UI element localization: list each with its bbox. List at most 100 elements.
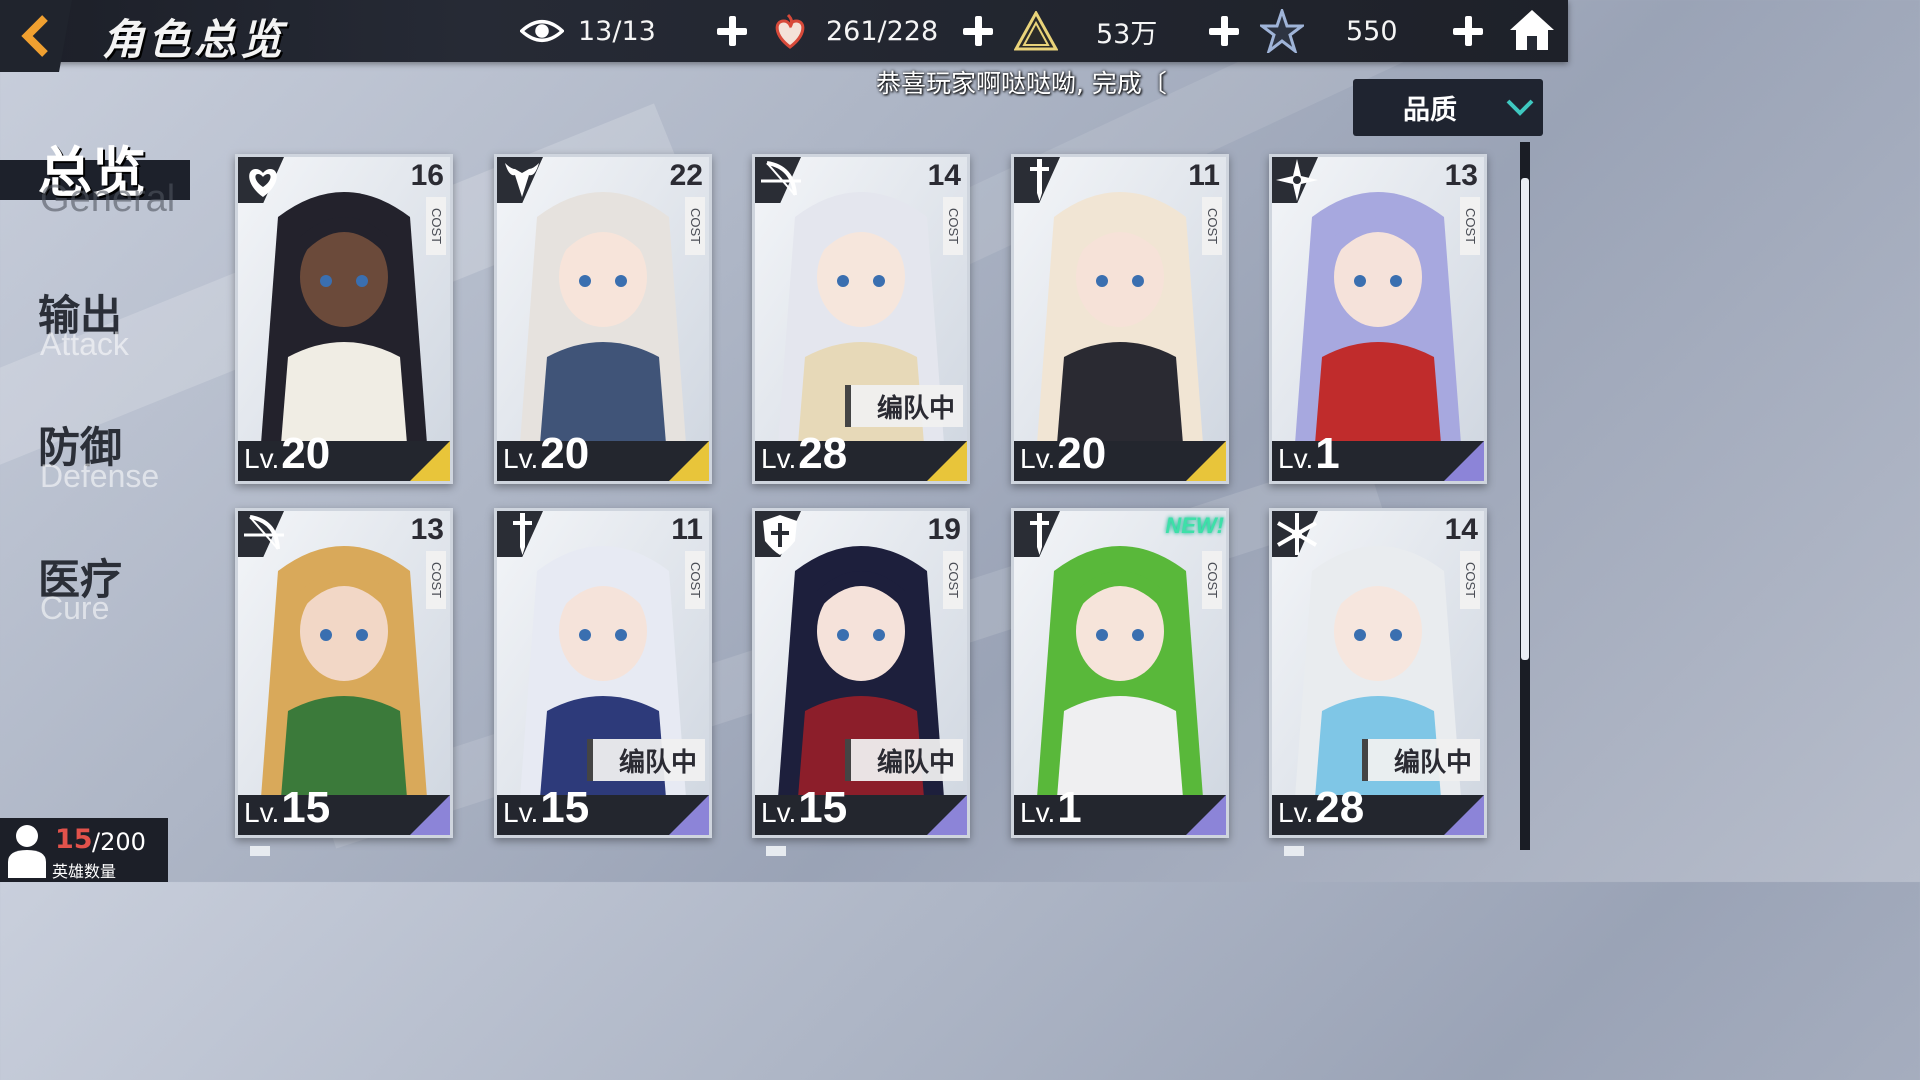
person-icon — [8, 825, 46, 878]
demon-icon — [505, 163, 539, 197]
heart-flame-icon — [768, 9, 812, 53]
level-value: 15 — [281, 783, 331, 832]
resource-crystal: 550 — [1260, 0, 1466, 62]
level-value: 1 — [1057, 783, 1082, 832]
hero-card[interactable]: 13 COST Lv.15 — [235, 508, 453, 838]
in-team-badge: 编队中 — [1362, 739, 1480, 781]
level-value: 1 — [1315, 429, 1340, 478]
shield-icon — [763, 515, 797, 555]
hero-count-current: 15 — [55, 824, 93, 855]
cost-value: 13 — [410, 513, 444, 546]
hero-card[interactable]: 19 COST 编队中 Lv.15 — [752, 508, 970, 838]
sword-icon — [1030, 159, 1049, 201]
resource-value: 13/13 — [578, 15, 656, 47]
hero-card[interactable]: 11 COST Lv.20 — [1011, 154, 1229, 484]
hero-count-label: 英雄数量 — [52, 862, 117, 881]
page-title: 角色总览 — [102, 15, 287, 64]
add-heart-button[interactable] — [960, 13, 996, 49]
hero-card[interactable]: 22 COST Lv.20 — [494, 154, 712, 484]
resource-pyramid: 53万 — [1014, 0, 1216, 62]
pyramid-icon — [1014, 9, 1058, 53]
next-row-card-edge — [250, 846, 270, 856]
nav-tab-sublabel: Defense — [40, 458, 160, 494]
add-eye-button[interactable] — [714, 13, 750, 49]
hero-level: Lv.15 — [244, 783, 330, 833]
cost-value: 13 — [1444, 159, 1478, 192]
level-prefix: Lv. — [503, 797, 539, 828]
cost-label: COST — [685, 551, 705, 609]
next-row-card-edge — [766, 846, 786, 856]
nav-tab-attack[interactable]: 输出 Attack — [0, 282, 220, 382]
hero-level: Lv.28 — [1278, 783, 1364, 833]
nav-tab-cure[interactable]: 医疗 Cure — [0, 546, 220, 646]
level-prefix: Lv. — [503, 443, 539, 474]
hero-card[interactable]: 11 COST 编队中 Lv.15 — [494, 508, 712, 838]
nav-tab-sublabel: Attack — [40, 326, 129, 362]
hero-card[interactable]: 16 COST Lv.20 — [235, 154, 453, 484]
hero-card[interactable]: NEW! COST Lv.1 — [1011, 508, 1229, 838]
cost-label: COST — [943, 551, 963, 609]
level-prefix: Lv. — [1278, 797, 1314, 828]
resource-value: 550 — [1346, 15, 1398, 47]
star-crystal-icon — [1260, 9, 1304, 53]
cost-label: COST — [1460, 197, 1480, 255]
cost-value: 19 — [927, 513, 961, 546]
resource-value: 261/228 — [826, 15, 939, 47]
nav-tab-general[interactable]: 总览 General — [0, 128, 220, 228]
cost-label: COST — [426, 197, 446, 255]
back-arrow-icon — [21, 15, 48, 57]
level-value: 28 — [1315, 783, 1365, 832]
heart-icon — [249, 169, 277, 197]
eye-icon — [520, 9, 564, 53]
sort-label: 品质 — [1403, 95, 1457, 126]
cost-value: 16 — [410, 159, 444, 192]
resource-heart: 261/228 — [768, 0, 946, 62]
top-bar: 角色总览 13/13 261/228 53万 550 — [0, 0, 1568, 72]
bow-icon — [761, 161, 801, 196]
nav-tab-sublabel: Cure — [40, 590, 110, 626]
hero-level: Lv.1 — [1278, 429, 1340, 479]
home-button[interactable] — [1508, 6, 1556, 54]
level-prefix: Lv. — [761, 797, 797, 828]
hero-level: Lv.15 — [503, 783, 589, 833]
in-team-badge: 编队中 — [587, 739, 705, 781]
cost-value: 11 — [1188, 159, 1220, 192]
hero-card[interactable]: 13 COST Lv.1 — [1269, 154, 1487, 484]
hero-count-panel: 15 /200 英雄数量 — [0, 818, 168, 882]
resource-value: 53万 — [1096, 18, 1158, 50]
shuriken-icon — [1276, 159, 1318, 201]
hero-card[interactable]: 14 COST 编队中 Lv.28 — [752, 154, 970, 484]
level-prefix: Lv. — [244, 443, 280, 474]
level-value: 15 — [798, 783, 848, 832]
nav-tab-defense[interactable]: 防御 Defense — [0, 414, 220, 514]
back-button[interactable] — [0, 0, 72, 72]
hero-level: Lv.20 — [503, 429, 589, 479]
in-team-badge: 编队中 — [845, 385, 963, 427]
new-badge: NEW! — [1165, 513, 1224, 538]
level-value: 20 — [1057, 429, 1107, 478]
sort-dropdown[interactable]: 品质 — [1353, 79, 1543, 136]
add-pyramid-button[interactable] — [1206, 13, 1242, 49]
add-crystal-button[interactable] — [1450, 13, 1486, 49]
cost-label: COST — [943, 197, 963, 255]
hero-level: Lv.1 — [1020, 783, 1082, 833]
cost-value: 22 — [669, 159, 703, 192]
level-prefix: Lv. — [1278, 443, 1314, 474]
resource-eye: 13/13 — [520, 0, 698, 62]
cost-label: COST — [1202, 551, 1222, 609]
snowflake-icon — [1276, 513, 1318, 555]
level-prefix: Lv. — [1020, 443, 1056, 474]
cost-label: COST — [426, 551, 446, 609]
sword-icon — [513, 513, 532, 555]
level-value: 20 — [540, 429, 590, 478]
hero-level: Lv.20 — [1020, 429, 1106, 479]
in-team-badge: 编队中 — [845, 739, 963, 781]
cost-label: COST — [685, 197, 705, 255]
cost-label: COST — [1460, 551, 1480, 609]
cost-value: 14 — [1444, 513, 1478, 546]
hero-level: Lv.28 — [761, 429, 847, 479]
scrollbar-thumb[interactable] — [1521, 178, 1529, 660]
hero-card[interactable]: 14 COST 编队中 Lv.28 — [1269, 508, 1487, 838]
level-prefix: Lv. — [244, 797, 280, 828]
cost-label: COST — [1202, 197, 1222, 255]
